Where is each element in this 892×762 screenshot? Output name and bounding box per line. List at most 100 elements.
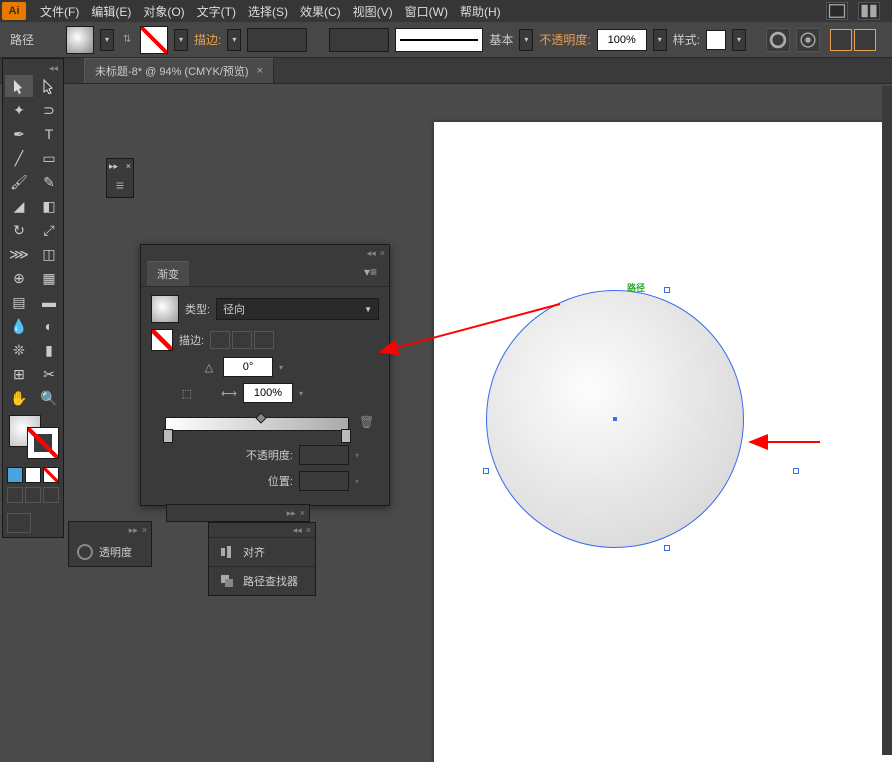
gradient-track[interactable] [165,417,349,431]
gradient-slider[interactable]: 🗑 [151,411,379,437]
transparency-close[interactable]: × [142,525,147,535]
gradient-panel-close[interactable]: × [380,248,385,258]
pencil-tool[interactable]: ✎ [35,171,63,193]
shape-builder-tool[interactable]: ⊕ [5,267,33,289]
gradient-scale-input[interactable]: 100% [243,383,293,403]
transparency-expand[interactable]: ▸▸ [129,525,138,536]
menu-object[interactable]: 对象(O) [137,3,190,20]
delete-stop-button[interactable]: 🗑 [359,415,375,431]
opacity-dropdown[interactable]: ▾ [653,29,667,51]
draw-normal[interactable] [7,487,23,503]
gradient-type-select[interactable]: 径向 ▼ [216,298,379,320]
gradient-stop-right[interactable] [341,429,351,443]
color-mode-gradient[interactable] [25,467,41,483]
align-grid-2[interactable] [854,29,876,51]
fill-swatch[interactable] [66,26,94,54]
collapsed-panel-icon[interactable]: ≡ [116,177,124,193]
menu-effect[interactable]: 效果(C) [294,3,347,20]
gradient-stop-position-input[interactable] [299,471,349,491]
pen-tool[interactable]: ✒ [5,123,33,145]
panel-group-collapse[interactable]: ▸▸ [287,508,296,519]
menu-edit[interactable]: 编辑(E) [85,3,137,20]
magic-wand-tool[interactable]: ✦ [5,99,33,121]
width-tool[interactable]: ⋙ [5,243,33,265]
align-panel-close[interactable]: × [306,525,311,535]
vertical-scrollbar[interactable] [882,86,892,755]
collapsed-panel-expand[interactable]: ▸▸ [109,161,118,172]
opacity-input[interactable] [597,29,647,51]
selection-handle-bottom[interactable] [664,545,670,551]
hand-tool[interactable]: ✋ [5,387,33,409]
align-button[interactable] [796,28,820,52]
stroke-weight-dropdown[interactable]: ▾ [227,29,241,51]
scale-tool[interactable]: ⤢ [35,219,63,241]
gradient-circle-object[interactable]: 路径 [486,290,744,548]
menu-type[interactable]: 文字(T) [191,3,242,20]
column-graph-tool[interactable]: ▮ [35,339,63,361]
align-grid-1[interactable] [830,29,852,51]
swap-fill-stroke[interactable]: ⇅ [120,33,134,47]
stroke-apply-2[interactable] [232,331,252,349]
menu-extra-2[interactable] [858,2,880,20]
gradient-stop-opacity-input[interactable] [299,445,349,465]
line-tool[interactable]: ╱ [5,147,33,169]
free-transform-tool[interactable]: ◫ [35,243,63,265]
align-panel-collapse[interactable]: ◂◂ [293,525,302,536]
gradient-panel-collapse[interactable]: ◂◂ [367,248,376,259]
fill-stroke-indicator[interactable] [5,413,61,461]
type-tool[interactable]: T [35,123,63,145]
eyedropper-tool[interactable]: 💧 [5,315,33,337]
document-tab-close[interactable]: × [257,65,263,77]
blend-tool[interactable]: ◐ [35,315,63,337]
color-mode-none[interactable] [43,467,59,483]
slice-tool[interactable]: ✂ [35,363,63,385]
document-tab[interactable]: 未标题-8* @ 94% (CMYK/预览) × [84,58,274,83]
direct-selection-tool[interactable] [35,75,63,97]
lasso-tool[interactable]: ⊃ [35,99,63,121]
collapsed-panel[interactable]: ▸▸ × ≡ [106,158,134,198]
pathfinder-row[interactable]: 路径查找器 [209,566,315,595]
gradient-panel[interactable]: ◂◂ × 渐变 ▾≡ 类型: 径向 ▼ 描边: △ 0° ▾ [140,244,390,506]
blob-brush-tool[interactable]: ◢ [5,195,33,217]
artboard-tool[interactable]: ⊞ [5,363,33,385]
variable-width-profile[interactable] [329,28,389,52]
stroke-swatch[interactable] [140,26,168,54]
gradient-midpoint[interactable] [255,412,266,423]
stroke-weight-input[interactable] [247,28,307,52]
toolbox-header[interactable]: ◂◂ [5,61,61,75]
recolor-artwork-button[interactable] [766,28,790,52]
align-pathfinder-panel[interactable]: ◂◂ × 对齐 路径查找器 [208,522,316,596]
stroke-apply-1[interactable] [210,331,230,349]
fill-dropdown[interactable]: ▾ [100,29,114,51]
brush-dropdown[interactable]: ▾ [519,29,533,51]
stroke-indicator[interactable] [27,427,59,459]
artboard[interactable]: 路径 [434,122,892,762]
style-swatch[interactable] [706,30,726,50]
selection-tool[interactable] [5,75,33,97]
rectangle-tool[interactable]: ▭ [35,147,63,169]
menu-window[interactable]: 窗口(W) [399,3,454,20]
panel-group-tabbar[interactable]: ▸▸ × [166,504,310,522]
collapsed-panel-close[interactable]: × [126,161,131,171]
color-mode-color[interactable] [7,467,23,483]
zoom-tool[interactable]: 🔍 [35,387,63,409]
menu-help[interactable]: 帮助(H) [454,3,507,20]
draw-behind[interactable] [25,487,41,503]
style-dropdown[interactable]: ▾ [732,29,746,51]
gradient-tool[interactable]: ▬ [35,291,63,313]
mesh-tool[interactable]: ▤ [5,291,33,313]
transparency-panel[interactable]: ▸▸ × 透明度 [68,521,152,567]
gradient-stroke-swatch[interactable] [151,329,173,351]
brush-definition[interactable] [395,28,483,52]
perspective-grid-tool[interactable]: ▦ [35,267,63,289]
align-row[interactable]: 对齐 [209,537,315,566]
symbol-sprayer-tool[interactable]: ❊ [5,339,33,361]
eraser-tool[interactable]: ◧ [35,195,63,217]
selection-handle-right[interactable] [793,468,799,474]
selection-handle-left[interactable] [483,468,489,474]
gradient-stop-left[interactable] [163,429,173,443]
menu-extra-1[interactable] [826,2,848,20]
menu-file[interactable]: 文件(F) [34,3,85,20]
gradient-angle-input[interactable]: 0° [223,357,273,377]
screen-mode-button[interactable] [7,513,31,533]
